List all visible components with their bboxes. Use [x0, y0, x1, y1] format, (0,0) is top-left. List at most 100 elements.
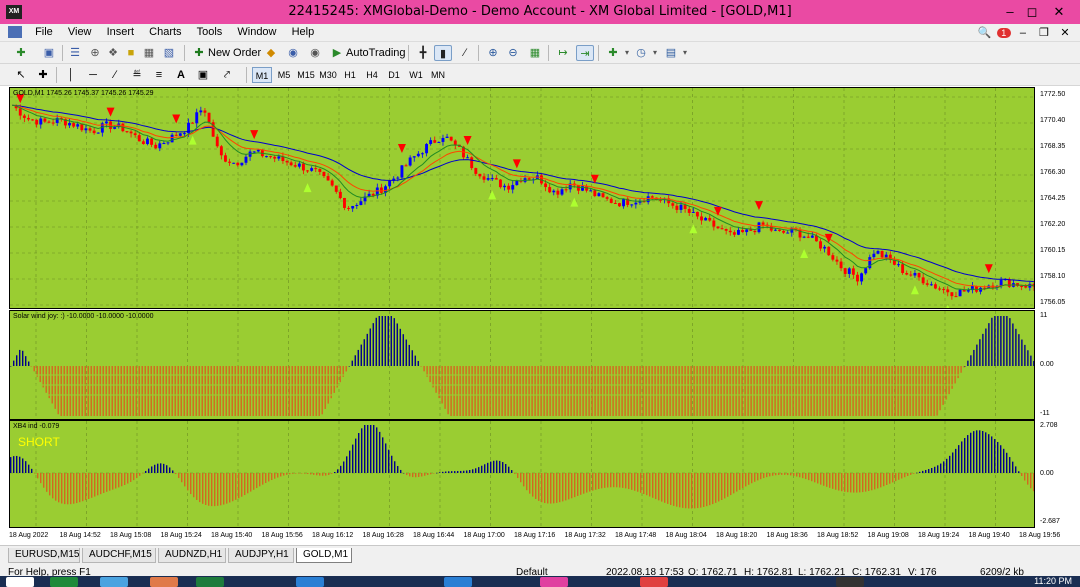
timeframe-m5[interactable]: M5	[274, 67, 294, 83]
xb4-bar	[715, 473, 717, 503]
zoom-in-icon[interactable]: ⊕	[484, 45, 502, 61]
taskbar-app-icon[interactable]	[296, 577, 324, 587]
tab-eurusd-m15[interactable]: EURUSD,M15	[8, 548, 80, 563]
fibonacci-icon[interactable]: ≡	[150, 67, 168, 83]
tester-window-icon[interactable]: ▧	[160, 45, 178, 61]
new-order-button[interactable]: New Order	[208, 45, 261, 61]
solar-wind-bar	[985, 328, 987, 366]
xb4-bar	[487, 462, 489, 473]
timeframe-w1[interactable]: W1	[406, 67, 426, 83]
autotrading-icon[interactable]: ▶	[328, 45, 346, 61]
menu-tools[interactable]: Tools	[191, 24, 229, 40]
start-button-icon[interactable]	[6, 577, 34, 587]
timeframe-d1[interactable]: D1	[384, 67, 404, 83]
solar-wind-bar	[387, 316, 389, 366]
maximize-icon[interactable]: ◻	[1018, 3, 1046, 21]
signals-icon[interactable]: ◉	[284, 45, 302, 61]
xb4-bar	[412, 473, 414, 478]
text-icon[interactable]: A	[172, 67, 190, 83]
taskbar-app-icon[interactable]	[836, 577, 864, 587]
channel-icon[interactable]: ≝	[128, 67, 146, 83]
new-order-icon[interactable]: ✚	[190, 45, 208, 61]
candle-body	[240, 162, 244, 166]
taskbar-app-icon[interactable]	[100, 577, 128, 587]
solar-wind-bar	[25, 356, 27, 366]
taskbar-app-icon[interactable]	[50, 577, 78, 587]
menu-insert[interactable]: Insert	[101, 24, 141, 40]
timeframe-h1[interactable]: H1	[340, 67, 360, 83]
zoom-out-icon[interactable]: ⊖	[504, 45, 522, 61]
xb4-bar	[271, 473, 273, 481]
menu-file[interactable]: File	[29, 24, 59, 40]
terminal-icon[interactable]: ■	[122, 45, 140, 61]
navigator-icon[interactable]: ❖	[104, 45, 122, 61]
taskbar-app-icon[interactable]	[640, 577, 668, 587]
vertical-line-icon[interactable]: │	[62, 67, 80, 83]
mdi-restore-icon[interactable]: ❐	[1035, 26, 1053, 39]
solar-wind-pane[interactable]: Solar wind joy: :) -10.0000 -10.0000 -10…	[9, 310, 1035, 420]
menu-view[interactable]: View	[62, 24, 98, 40]
candle-body	[942, 289, 946, 291]
close-icon[interactable]: ✕	[1045, 3, 1073, 21]
notification-badge[interactable]: 1	[996, 28, 1011, 38]
metaeditor-icon[interactable]: ◆	[262, 45, 280, 61]
tab-audchf-m15[interactable]: AUDCHF,M15	[82, 548, 156, 563]
chart-window[interactable]: GOLD,M1 1745.26 1745.37 1745.26 1745.29 …	[0, 86, 1080, 545]
data-window-icon[interactable]: ⊕	[86, 45, 104, 61]
chevron-down-icon[interactable]: ▾	[676, 45, 694, 61]
timeframe-m1[interactable]: M1	[252, 67, 272, 83]
candle-body	[265, 156, 268, 158]
price-pane[interactable]: GOLD,M1 1745.26 1745.37 1745.26 1745.29	[9, 87, 1035, 309]
taskbar-app-icon[interactable]	[540, 577, 568, 587]
candle-body	[322, 171, 326, 177]
tab-audnzd-h1[interactable]: AUDNZD,H1	[158, 548, 226, 563]
timeframe-m30[interactable]: M30	[318, 67, 338, 83]
horizontal-line-icon[interactable]: ─	[84, 67, 102, 83]
text-label-icon[interactable]: ▣	[194, 67, 212, 83]
timeframe-h4[interactable]: H4	[362, 67, 382, 83]
candle-body	[819, 241, 822, 249]
market-icon[interactable]: ◉	[306, 45, 324, 61]
taskbar-app-icon[interactable]	[196, 577, 224, 587]
bar-chart-icon[interactable]: ╋	[414, 45, 432, 61]
trendline-icon[interactable]: ∕	[106, 67, 124, 83]
chart-window-icon[interactable]	[8, 26, 22, 38]
solar-wind-bar	[510, 366, 512, 416]
crosshair-icon[interactable]: ✚	[34, 67, 52, 83]
taskbar-app-icon[interactable]	[150, 577, 178, 587]
solar-wind-bar	[729, 366, 731, 416]
menu-help[interactable]: Help	[286, 24, 321, 40]
solar-wind-bar	[960, 366, 962, 373]
autotrading-button[interactable]: AutoTrading	[346, 45, 406, 61]
xb4-pane[interactable]: XB4 ind -0.079 SHORT	[9, 420, 1035, 528]
solar-wind-bar	[489, 366, 491, 416]
menu-window[interactable]: Window	[231, 24, 282, 40]
tab-audjpy-h1[interactable]: AUDJPY,H1	[228, 548, 294, 563]
arrows-icon[interactable]: ⤤	[218, 67, 236, 83]
candle-body	[745, 229, 749, 233]
chart-shift-icon[interactable]: ⇥	[576, 45, 594, 61]
tile-windows-icon[interactable]: ▦	[526, 45, 544, 61]
solar-wind-bar	[741, 366, 743, 416]
menu-charts[interactable]: Charts	[143, 24, 187, 40]
tab-gold-m1[interactable]: GOLD,M1	[296, 548, 352, 563]
candlestick-icon[interactable]: ▮	[434, 45, 452, 61]
line-chart-icon[interactable]: ∕	[456, 45, 474, 61]
new-chart-icon[interactable]: ✚	[12, 45, 30, 61]
timeframe-mn[interactable]: MN	[428, 67, 448, 83]
solar-wind-bar	[1030, 355, 1032, 366]
mdi-minimize-icon[interactable]: –	[1014, 27, 1032, 39]
solar-wind-bar	[540, 366, 542, 416]
taskbar-app-icon[interactable]	[444, 577, 472, 587]
time-tick: 18 Aug 2022	[9, 532, 49, 539]
candle-body	[786, 232, 790, 234]
cursor-icon[interactable]: ↖	[12, 67, 30, 83]
profiles-icon[interactable]: ▣	[40, 45, 58, 61]
solar-wind-bar	[801, 366, 803, 416]
timeframe-m15[interactable]: M15	[296, 67, 316, 83]
market-watch-icon[interactable]: ☰	[66, 45, 84, 61]
strategy-tester-icon[interactable]: ▦	[140, 45, 158, 61]
mdi-close-icon[interactable]: ✕	[1056, 26, 1074, 39]
search-icon[interactable]: 🔍	[976, 26, 994, 39]
auto-scroll-icon[interactable]: ↦	[554, 45, 572, 61]
